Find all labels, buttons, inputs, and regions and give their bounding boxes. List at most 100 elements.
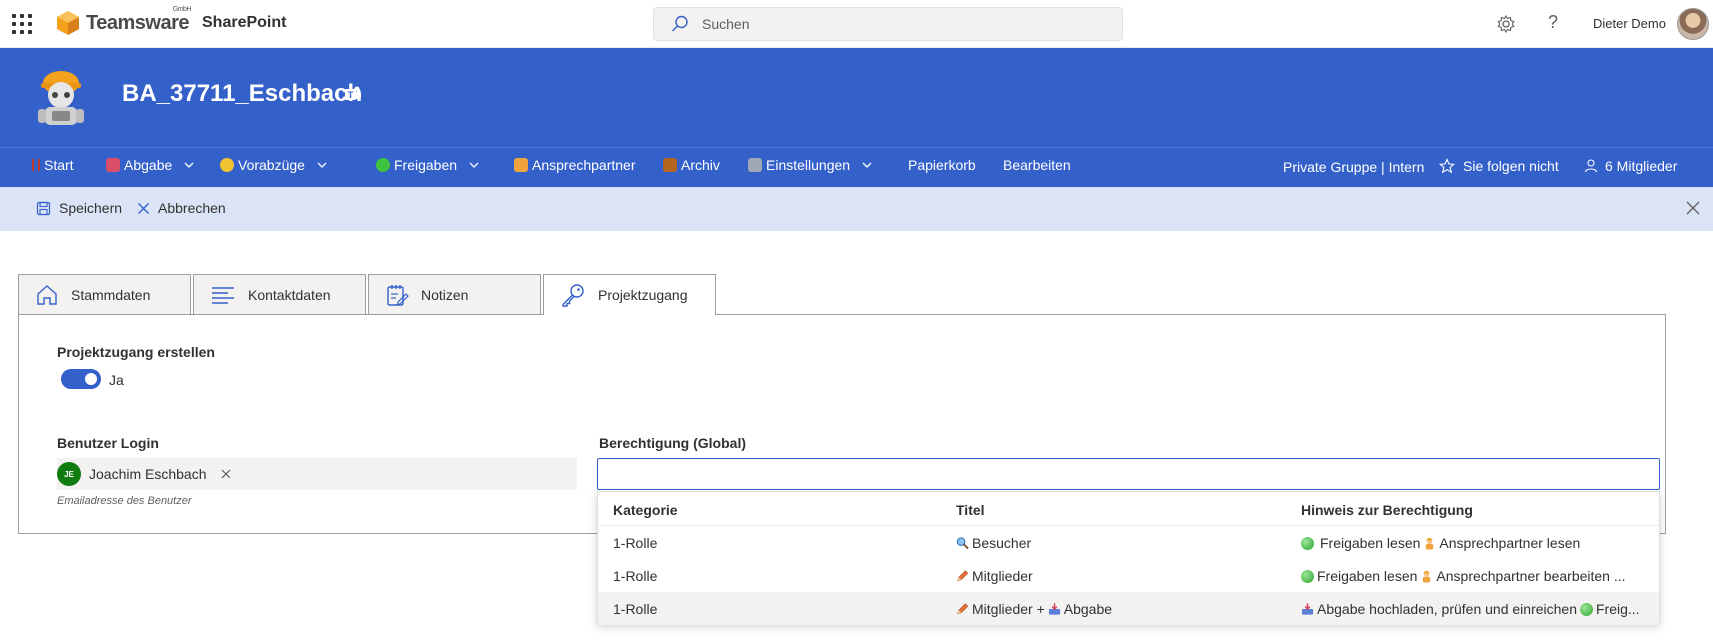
app-name[interactable]: SharePoint bbox=[202, 14, 286, 32]
row-kategorie: 1-Rolle bbox=[613, 568, 658, 584]
row-titel: Besucher bbox=[956, 535, 1031, 551]
row-hinweis-b: Ansprechpartner bearbeiten ... bbox=[1436, 568, 1626, 584]
nav-start-label: Start bbox=[44, 157, 74, 173]
row-hinweis-a: Freigaben lesen bbox=[1320, 535, 1421, 551]
nav-abgabe[interactable]: Abgabe bbox=[106, 157, 194, 173]
tab-kontaktdaten-label: Kontaktdaten bbox=[248, 286, 331, 303]
company-logo[interactable]: Teamsware GmbH bbox=[56, 5, 192, 37]
nav-bearbeiten[interactable]: Bearbeiten bbox=[1003, 157, 1071, 173]
row-titel: Mitglieder + Abgabe bbox=[956, 601, 1112, 617]
dropdown-row[interactable]: 1-Rolle Mitglieder Freigaben lesen Anspr… bbox=[598, 559, 1659, 592]
row-hinweis-b: Freig... bbox=[1595, 601, 1640, 617]
magnifier-icon bbox=[956, 537, 969, 550]
nav-archiv[interactable]: Archiv bbox=[663, 157, 720, 173]
persona-name: Joachim Eschbach bbox=[89, 466, 207, 482]
chevron-down-icon bbox=[184, 162, 194, 168]
ladder-icon bbox=[32, 158, 40, 172]
avatar[interactable] bbox=[1677, 8, 1709, 40]
permission-label: Berechtigung (Global) bbox=[599, 435, 746, 451]
tab-projektzugang-label: Projektzugang bbox=[598, 287, 688, 303]
row-hinweis-a: Freigaben lesen bbox=[1317, 568, 1418, 584]
green-circle-icon bbox=[1579, 602, 1593, 616]
dropdown-row[interactable]: 1-Rolle Besucher Freigaben lesen Ansprec… bbox=[598, 526, 1659, 559]
nav-ansprechpartner[interactable]: Ansprechpartner bbox=[514, 157, 636, 173]
inbox-tray-icon bbox=[1048, 603, 1060, 615]
teamsware-logo-icon bbox=[57, 11, 79, 35]
svg-text:T: T bbox=[348, 90, 354, 100]
tab-kontaktdaten[interactable]: Kontaktdaten bbox=[193, 274, 366, 314]
home-icon bbox=[37, 284, 57, 305]
column-header-titel: Titel bbox=[956, 502, 985, 518]
nav-bearbeiten-label: Bearbeiten bbox=[1003, 157, 1071, 173]
nav-archiv-label: Archiv bbox=[681, 157, 720, 173]
tab-notizen[interactable]: Notizen bbox=[368, 274, 541, 314]
pencil-icon bbox=[957, 570, 969, 582]
members-label: 6 Mitglieder bbox=[1605, 158, 1678, 174]
teams-icon[interactable]: T bbox=[343, 84, 363, 104]
follow-button[interactable]: Sie folgen nicht bbox=[1439, 158, 1559, 174]
yellow-circle-icon bbox=[220, 158, 234, 172]
members-button[interactable]: 6 Mitglieder bbox=[1583, 158, 1677, 174]
worker-icon bbox=[1423, 570, 1431, 583]
row-hinweis: Abgabe hochladen, prüfen und einreichen … bbox=[1301, 601, 1640, 617]
nav-einstellungen[interactable]: Einstellungen bbox=[748, 157, 872, 173]
nav-vorabzuege[interactable]: Vorabzüge bbox=[220, 157, 327, 173]
cancel-button[interactable]: Abbrechen bbox=[137, 200, 226, 216]
nav-papierkorb-label: Papierkorb bbox=[908, 157, 976, 173]
persona-initials: JE bbox=[57, 462, 81, 486]
nav-start[interactable]: Start bbox=[32, 157, 74, 173]
close-icon bbox=[138, 202, 149, 214]
create-access-toggle[interactable] bbox=[61, 369, 101, 389]
row-kategorie: 1-Rolle bbox=[613, 601, 658, 617]
notepad-icon bbox=[387, 284, 409, 306]
star-icon bbox=[1439, 158, 1455, 174]
tab-notizen-label: Notizen bbox=[421, 286, 469, 303]
site-title[interactable]: BA_37711_Eschbach bbox=[122, 80, 362, 108]
site-header: BA_37711_Eschbach T bbox=[0, 48, 1713, 147]
save-button[interactable]: Speichern bbox=[36, 200, 122, 216]
permission-dropdown: Kategorie Titel Hinweis zur Berechtigung… bbox=[597, 491, 1660, 625]
site-navigation: Start Abgabe Vorabzüge Freigaben Ansprec… bbox=[0, 147, 1713, 187]
help-icon[interactable]: ? bbox=[1548, 12, 1558, 33]
search-box[interactable]: Suchen bbox=[653, 7, 1123, 41]
inbox-tray-icon bbox=[1301, 603, 1314, 615]
tools-icon bbox=[748, 158, 762, 172]
row-titel: Mitglieder bbox=[956, 568, 1033, 584]
inbox-tray-icon bbox=[106, 158, 120, 172]
gear-icon[interactable] bbox=[1496, 14, 1516, 34]
worker-icon bbox=[514, 158, 528, 172]
save-label: Speichern bbox=[59, 200, 123, 216]
column-header-hinweis: Hinweis zur Berechtigung bbox=[1301, 502, 1473, 518]
tab-projektzugang[interactable]: Projektzugang bbox=[543, 274, 716, 315]
remove-icon[interactable] bbox=[221, 469, 231, 479]
permission-input[interactable] bbox=[597, 458, 1660, 490]
user-login-label: Benutzer Login bbox=[57, 435, 159, 451]
user-name[interactable]: Dieter Demo bbox=[1593, 16, 1666, 31]
dropdown-row[interactable]: 1-Rolle Mitglieder + Abgabe Abgabe hochl… bbox=[598, 592, 1659, 625]
tab-stammdaten[interactable]: Stammdaten bbox=[18, 274, 191, 314]
cancel-label: Abbrechen bbox=[158, 200, 226, 216]
nav-freigaben-label: Freigaben bbox=[394, 157, 458, 173]
logo-superscript: GmbH bbox=[172, 5, 192, 13]
search-icon bbox=[672, 15, 688, 32]
worker-icon bbox=[1426, 537, 1434, 550]
close-icon[interactable] bbox=[1686, 201, 1700, 215]
row-titel-text: Mitglieder + bbox=[972, 601, 1045, 617]
app-launcher-icon[interactable] bbox=[12, 14, 32, 34]
chevron-down-icon bbox=[317, 162, 327, 168]
toggle-state-label: Ja bbox=[109, 372, 124, 388]
row-hinweis: Freigaben lesen Ansprechpartner lesen bbox=[1301, 535, 1580, 551]
toggle-knob bbox=[85, 373, 97, 385]
row-hinweis: Freigaben lesen Ansprechpartner bearbeit… bbox=[1301, 568, 1626, 584]
nav-freigaben[interactable]: Freigaben bbox=[376, 157, 479, 173]
persona-chip[interactable]: JE Joachim Eschbach bbox=[57, 462, 231, 486]
search-input[interactable]: Suchen bbox=[702, 16, 749, 32]
nav-papierkorb[interactable]: Papierkorb bbox=[908, 157, 976, 173]
site-logo-icon bbox=[38, 71, 84, 125]
tab-stammdaten-label: Stammdaten bbox=[71, 286, 151, 303]
green-circle-icon bbox=[376, 158, 390, 172]
privacy-label: Private Gruppe | Intern bbox=[1283, 159, 1425, 175]
row-titel-text: Besucher bbox=[972, 535, 1032, 551]
follow-label: Sie folgen nicht bbox=[1463, 158, 1559, 174]
save-icon bbox=[36, 201, 51, 215]
